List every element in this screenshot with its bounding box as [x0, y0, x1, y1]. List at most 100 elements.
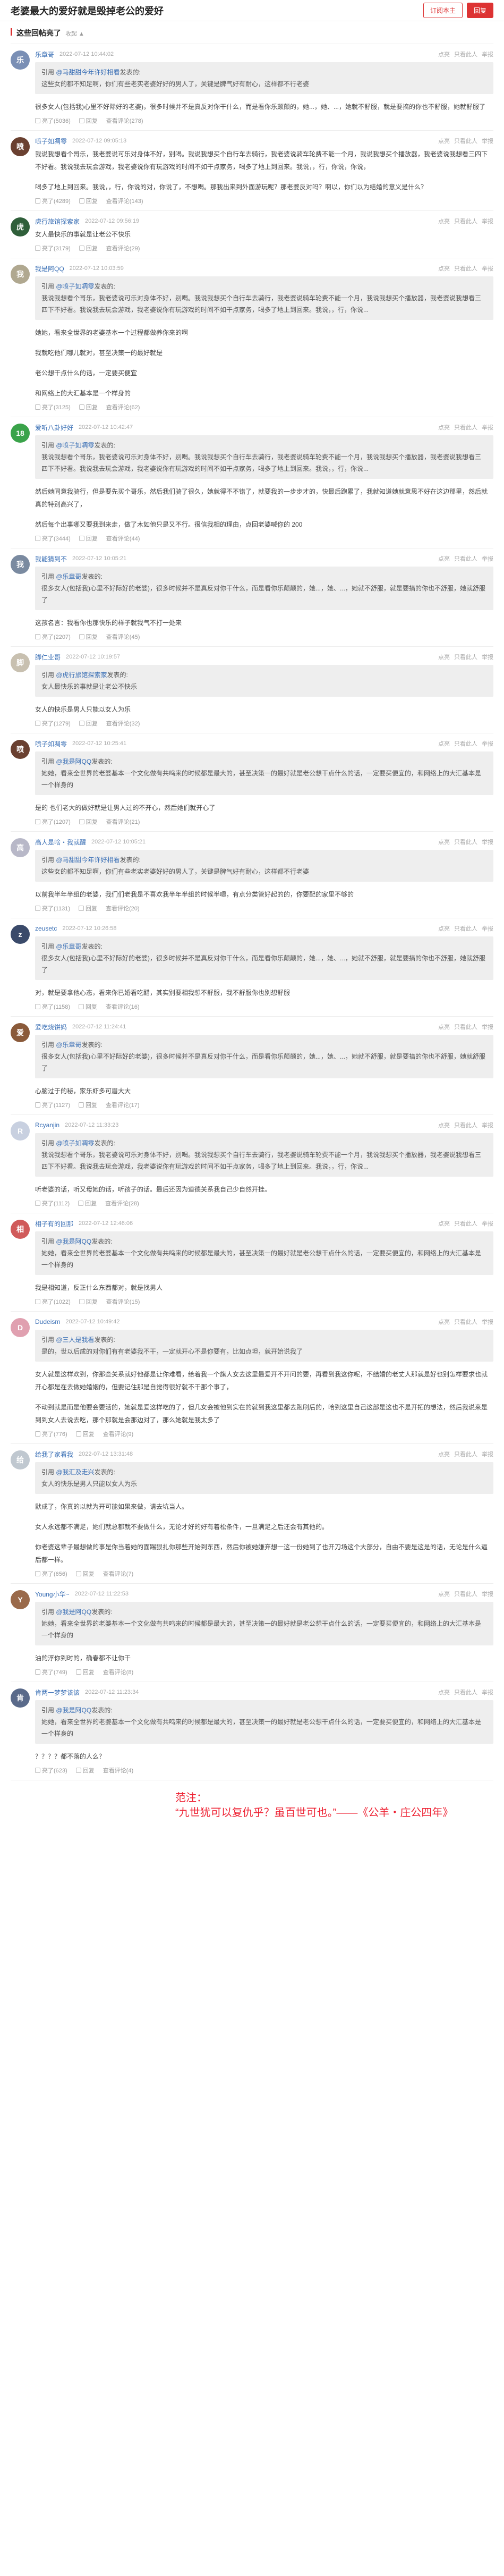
like-button[interactable]: 亮了(1022)	[35, 1297, 71, 1306]
report-link[interactable]: 举报	[482, 1023, 493, 1031]
only-this-user-link[interactable]: 只看此人	[454, 137, 477, 145]
report-link[interactable]: 举报	[482, 1590, 493, 1598]
light-up-link[interactable]: 点亮	[438, 1219, 450, 1228]
report-link[interactable]: 举报	[482, 739, 493, 748]
view-comments-link[interactable]: 查看评论(15)	[106, 1297, 140, 1306]
light-up-link[interactable]: 点亮	[438, 653, 450, 661]
report-link[interactable]: 举报	[482, 1317, 493, 1326]
quote-author-link[interactable]: @乐章哥	[56, 943, 81, 950]
report-link[interactable]: 举报	[482, 554, 493, 563]
like-button[interactable]: 亮了(1131)	[35, 904, 70, 913]
like-button[interactable]: 亮了(4289)	[35, 197, 71, 205]
quote-author-link[interactable]: @喷子如凋零	[56, 442, 94, 449]
avatar[interactable]: R	[11, 1121, 30, 1141]
like-button[interactable]: 亮了(3125)	[35, 403, 71, 411]
light-up-link[interactable]: 点亮	[438, 1023, 450, 1031]
only-this-user-link[interactable]: 只看此人	[454, 264, 477, 273]
only-this-user-link[interactable]: 只看此人	[454, 1590, 477, 1598]
report-link[interactable]: 举报	[482, 423, 493, 432]
report-link[interactable]: 举报	[482, 1450, 493, 1458]
avatar[interactable]: 我	[11, 265, 30, 284]
only-this-user-link[interactable]: 只看此人	[454, 838, 477, 846]
light-up-link[interactable]: 点亮	[438, 924, 450, 933]
view-comments-link[interactable]: 查看评论(143)	[106, 197, 143, 205]
like-button[interactable]: 亮了(2207)	[35, 632, 71, 641]
light-up-link[interactable]: 点亮	[438, 739, 450, 748]
reply-action[interactable]: 回复	[79, 817, 98, 826]
like-button[interactable]: 亮了(776)	[35, 1430, 67, 1438]
only-this-user-link[interactable]: 只看此人	[454, 1450, 477, 1458]
only-this-user-link[interactable]: 只看此人	[454, 739, 477, 748]
avatar[interactable]: Y	[11, 1590, 30, 1609]
only-this-user-link[interactable]: 只看此人	[454, 423, 477, 432]
like-button[interactable]: 亮了(1127)	[35, 1101, 70, 1109]
like-button[interactable]: 亮了(749)	[35, 1668, 67, 1676]
light-up-link[interactable]: 点亮	[438, 1590, 450, 1598]
username-link[interactable]: 乐章哥	[35, 50, 54, 59]
light-up-link[interactable]: 点亮	[438, 1317, 450, 1326]
reply-action[interactable]: 回复	[79, 534, 98, 543]
report-link[interactable]: 举报	[482, 1219, 493, 1228]
reply-action[interactable]: 回复	[75, 1668, 95, 1676]
light-up-link[interactable]: 点亮	[438, 137, 450, 145]
username-link[interactable]: zeusetc	[35, 925, 57, 932]
reply-action[interactable]: 回复	[79, 244, 98, 252]
only-this-user-link[interactable]: 只看此人	[454, 1219, 477, 1228]
like-button[interactable]: 亮了(1279)	[35, 719, 71, 728]
report-link[interactable]: 举报	[482, 264, 493, 273]
report-link[interactable]: 举报	[482, 217, 493, 225]
light-up-link[interactable]: 点亮	[438, 1450, 450, 1458]
username-link[interactable]: 我能猜到不	[35, 554, 67, 563]
reply-action[interactable]: 回复	[78, 1002, 97, 1011]
light-up-link[interactable]: 点亮	[438, 1121, 450, 1129]
quote-author-link[interactable]: @马甜甜今年许好相看	[56, 856, 119, 864]
only-this-user-link[interactable]: 只看此人	[454, 1317, 477, 1326]
light-up-link[interactable]: 点亮	[438, 423, 450, 432]
report-link[interactable]: 举报	[482, 1688, 493, 1696]
username-link[interactable]: Dudeism	[35, 1318, 60, 1325]
view-comments-link[interactable]: 查看评论(9)	[103, 1430, 133, 1438]
quote-author-link[interactable]: @马甜甜今年许好相看	[56, 69, 119, 76]
username-link[interactable]: Young小华~	[35, 1590, 70, 1599]
reply-action[interactable]: 回复	[79, 116, 98, 125]
like-button[interactable]: 亮了(1112)	[35, 1199, 70, 1207]
report-link[interactable]: 举报	[482, 137, 493, 145]
view-comments-link[interactable]: 查看评论(28)	[105, 1199, 139, 1207]
reply-action[interactable]: 回复	[78, 1101, 97, 1109]
like-button[interactable]: 亮了(623)	[35, 1766, 67, 1775]
only-this-user-link[interactable]: 只看此人	[454, 1023, 477, 1031]
avatar[interactable]: 相	[11, 1220, 30, 1239]
view-comments-link[interactable]: 查看评论(45)	[106, 632, 140, 641]
avatar[interactable]: D	[11, 1318, 30, 1337]
username-link[interactable]: 喷子如凋零	[35, 137, 67, 146]
view-comments-link[interactable]: 查看评论(21)	[106, 817, 140, 826]
reply-action[interactable]: 回复	[78, 1199, 97, 1207]
subscribe-button[interactable]: 订阅本主	[423, 3, 463, 18]
light-up-link[interactable]: 点亮	[438, 264, 450, 273]
avatar[interactable]: 给	[11, 1450, 30, 1469]
username-link[interactable]: 相子有的回那	[35, 1219, 73, 1228]
quote-author-link[interactable]: @我是阿QQ	[56, 758, 91, 765]
quote-author-link[interactable]: @三人是我看	[56, 1336, 94, 1344]
avatar[interactable]: 虎	[11, 217, 30, 237]
light-up-link[interactable]: 点亮	[438, 554, 450, 563]
avatar[interactable]: z	[11, 925, 30, 944]
avatar[interactable]: 高	[11, 838, 30, 857]
report-link[interactable]: 举报	[482, 1121, 493, 1129]
reply-action[interactable]: 回复	[78, 904, 97, 913]
reply-action[interactable]: 回复	[75, 1430, 95, 1438]
quote-author-link[interactable]: @我是阿QQ	[56, 1238, 91, 1245]
quote-author-link[interactable]: @我是阿QQ	[56, 1608, 91, 1616]
username-link[interactable]: 脚仁业哥	[35, 653, 61, 662]
username-link[interactable]: 给我了家看我	[35, 1450, 73, 1459]
reply-action[interactable]: 回复	[79, 719, 98, 728]
report-link[interactable]: 举报	[482, 838, 493, 846]
view-comments-link[interactable]: 查看评论(20)	[106, 904, 140, 913]
only-this-user-link[interactable]: 只看此人	[454, 554, 477, 563]
username-link[interactable]: 肯两一梦梦该该	[35, 1688, 80, 1697]
reply-button[interactable]: 回复	[466, 3, 493, 18]
username-link[interactable]: 高人是啥・我就醒	[35, 838, 86, 847]
quote-author-link[interactable]: @虎行旅馆探索家	[56, 671, 107, 679]
avatar[interactable]: 爱	[11, 1023, 30, 1042]
like-button[interactable]: 亮了(1207)	[35, 817, 71, 826]
